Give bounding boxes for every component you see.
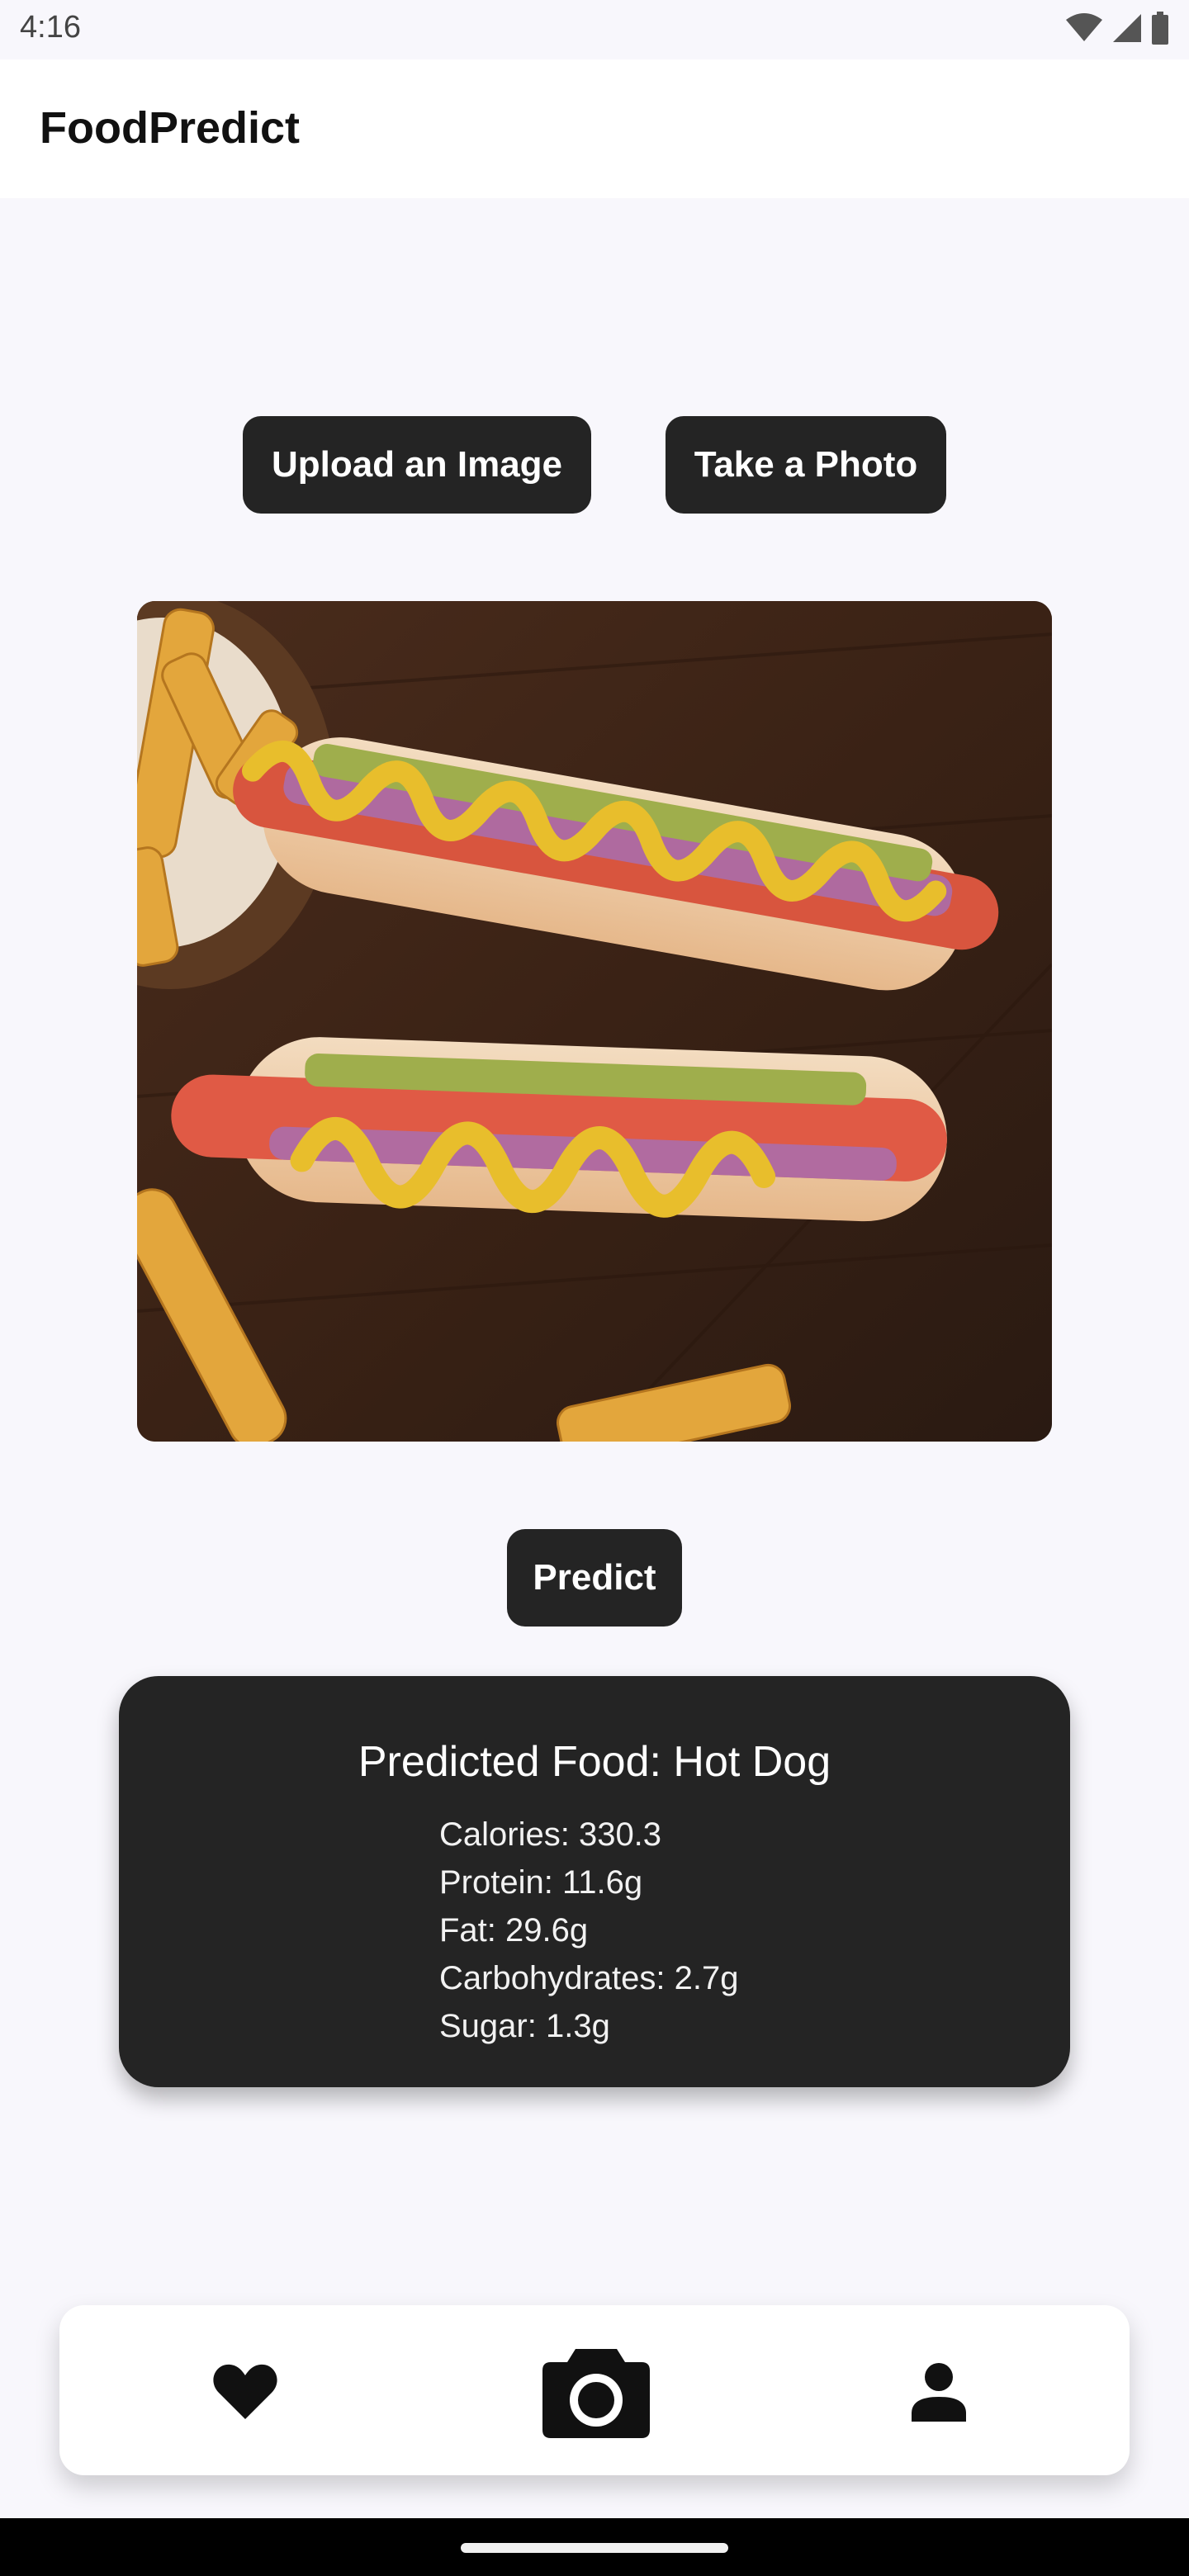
nav-profile[interactable] [893, 2346, 984, 2437]
nutrient-carbohydrates: Carbohydrates: 2.7g [439, 1960, 739, 1996]
predict-button[interactable]: Predict [507, 1529, 682, 1627]
system-gesture-area [0, 2518, 1189, 2576]
app-title: FoodPredict [40, 103, 301, 153]
status-icons [1065, 12, 1169, 45]
nav-camera[interactable] [530, 2330, 662, 2454]
prediction-result-card: Predicted Food: Hot Dog Calories: 330.3 … [119, 1676, 1070, 2087]
status-time: 4:16 [20, 10, 81, 45]
nutrient-fat: Fat: 29.6g [439, 1912, 589, 1949]
nutrient-calories: Calories: 330.3 [439, 1816, 662, 1853]
camera-icon [542, 2349, 650, 2438]
wifi-icon [1066, 13, 1102, 41]
nav-favorites[interactable] [200, 2346, 291, 2437]
predicted-food-title: Predicted Food: Hot Dog [358, 1738, 831, 1786]
battery-icon [1152, 12, 1168, 45]
take-photo-button[interactable]: Take a Photo [666, 416, 946, 514]
person-icon [912, 2363, 966, 2422]
status-bar: 4:16 [0, 0, 1189, 59]
bottom-navigation [59, 2305, 1130, 2475]
upload-image-button[interactable]: Upload an Image [243, 416, 591, 514]
nutrient-sugar: Sugar: 1.3g [439, 2008, 610, 2044]
signal-icon [1113, 14, 1141, 42]
home-gesture-handle[interactable] [461, 2543, 728, 2553]
food-image [137, 601, 1052, 1442]
heart-icon [213, 2364, 277, 2419]
nutrient-protein: Protein: 11.6g [439, 1864, 643, 1901]
app-bar: FoodPredict [0, 59, 1189, 198]
